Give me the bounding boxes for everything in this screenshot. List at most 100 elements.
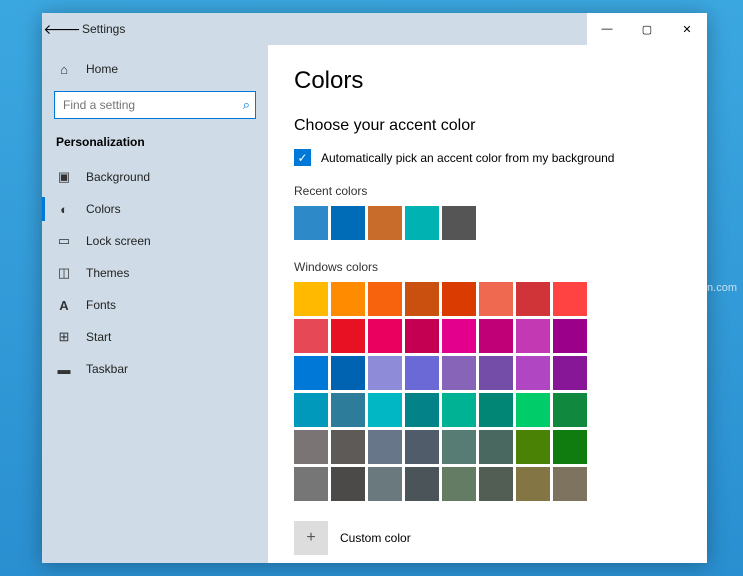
color-swatch[interactable] [442,206,476,240]
taskbar-icon: ▬ [56,361,72,377]
watermark: wsxdn.com [682,282,737,294]
color-swatch[interactable] [368,356,402,390]
color-swatch[interactable] [553,356,587,390]
sidebar-item-home[interactable]: ⌂ Home [42,53,268,85]
color-swatch[interactable] [368,319,402,353]
color-swatch[interactable] [405,319,439,353]
checkmark-icon: ✓ [297,151,307,165]
minimize-button[interactable]: — [587,13,627,45]
titlebar: 🡐 Settings — ▢ ✕ [42,13,707,45]
color-swatch[interactable] [479,467,513,501]
sidebar-item-label: Home [86,62,118,76]
sidebar-item-fonts[interactable]: A Fonts [42,289,268,321]
windows-colors-heading: Windows colors [294,260,681,274]
fonts-icon: A [56,297,72,313]
close-icon: ✕ [682,23,691,36]
auto-accent-row[interactable]: ✓ Automatically pick an accent color fro… [294,149,681,166]
color-swatch[interactable] [405,356,439,390]
color-swatch[interactable] [368,393,402,427]
color-swatch[interactable] [516,467,550,501]
content-area: Colors Choose your accent color ✓ Automa… [268,45,707,563]
sidebar-item-start[interactable]: ⊞ Start [42,321,268,353]
color-swatch[interactable] [479,356,513,390]
color-swatch[interactable] [516,282,550,316]
back-arrow-icon: 🡐 [43,21,81,38]
custom-color-row: + Custom color [294,521,681,555]
accent-heading: Choose your accent color [294,117,681,135]
auto-accent-checkbox[interactable]: ✓ [294,149,311,166]
color-swatch[interactable] [331,282,365,316]
color-swatch[interactable] [331,430,365,464]
color-swatch[interactable] [405,430,439,464]
color-swatch[interactable] [442,430,476,464]
color-swatch[interactable] [331,319,365,353]
sidebar: ⌂ Home ⌕ Personalization ▣ Background ◐ … [42,45,268,563]
color-swatch[interactable] [516,356,550,390]
sidebar-item-label: Colors [86,202,121,216]
color-swatch[interactable] [442,319,476,353]
sidebar-item-themes[interactable]: ◫ Themes [42,257,268,289]
color-swatch[interactable] [331,356,365,390]
maximize-icon: ▢ [642,23,652,36]
color-swatch[interactable] [405,467,439,501]
sidebar-item-taskbar[interactable]: ▬ Taskbar [42,353,268,385]
color-swatch[interactable] [516,393,550,427]
close-button[interactable]: ✕ [667,13,707,45]
color-swatch[interactable] [442,356,476,390]
color-swatch[interactable] [405,206,439,240]
themes-icon: ◫ [56,265,72,281]
sidebar-item-background[interactable]: ▣ Background [42,161,268,193]
color-swatch[interactable] [553,282,587,316]
color-swatch[interactable] [331,206,365,240]
color-swatch[interactable] [516,430,550,464]
sidebar-item-label: Fonts [86,298,116,312]
color-swatch[interactable] [516,319,550,353]
palette-icon: ◐ [56,201,72,217]
color-swatch[interactable] [368,282,402,316]
sidebar-item-label: Themes [86,266,129,280]
sidebar-item-label: Taskbar [86,362,128,376]
color-swatch[interactable] [331,467,365,501]
color-swatch[interactable] [405,393,439,427]
window-body: ⌂ Home ⌕ Personalization ▣ Background ◐ … [42,45,707,563]
window-controls: — ▢ ✕ [587,13,707,45]
color-swatch[interactable] [331,393,365,427]
color-swatch[interactable] [405,282,439,316]
window-title: Settings [82,22,125,36]
recent-colors-row [294,206,681,240]
custom-color-label: Custom color [340,531,411,545]
color-swatch[interactable] [294,393,328,427]
maximize-button[interactable]: ▢ [627,13,667,45]
sidebar-item-label: Start [86,330,111,344]
color-swatch[interactable] [294,430,328,464]
color-swatch[interactable] [294,467,328,501]
color-swatch[interactable] [479,393,513,427]
color-swatch[interactable] [479,282,513,316]
picture-icon: ▣ [56,169,72,185]
search-input[interactable] [54,91,256,119]
color-swatch[interactable] [368,467,402,501]
color-swatch[interactable] [442,467,476,501]
back-button[interactable]: 🡐 [42,13,82,45]
color-swatch[interactable] [294,319,328,353]
search-icon: ⌕ [243,97,250,113]
sidebar-section-label: Personalization [42,129,268,161]
color-swatch[interactable] [442,393,476,427]
color-swatch[interactable] [479,319,513,353]
home-icon: ⌂ [56,61,72,77]
sidebar-item-lockscreen[interactable]: ▭ Lock screen [42,225,268,257]
sidebar-item-colors[interactable]: ◐ Colors [42,193,268,225]
color-swatch[interactable] [294,356,328,390]
color-swatch[interactable] [553,430,587,464]
color-swatch[interactable] [442,282,476,316]
color-swatch[interactable] [368,430,402,464]
color-swatch[interactable] [294,282,328,316]
color-swatch[interactable] [553,467,587,501]
color-swatch[interactable] [553,393,587,427]
color-swatch[interactable] [479,430,513,464]
color-swatch[interactable] [553,319,587,353]
windows-colors-grid [294,282,681,501]
custom-color-button[interactable]: + [294,521,328,555]
color-swatch[interactable] [368,206,402,240]
color-swatch[interactable] [294,206,328,240]
